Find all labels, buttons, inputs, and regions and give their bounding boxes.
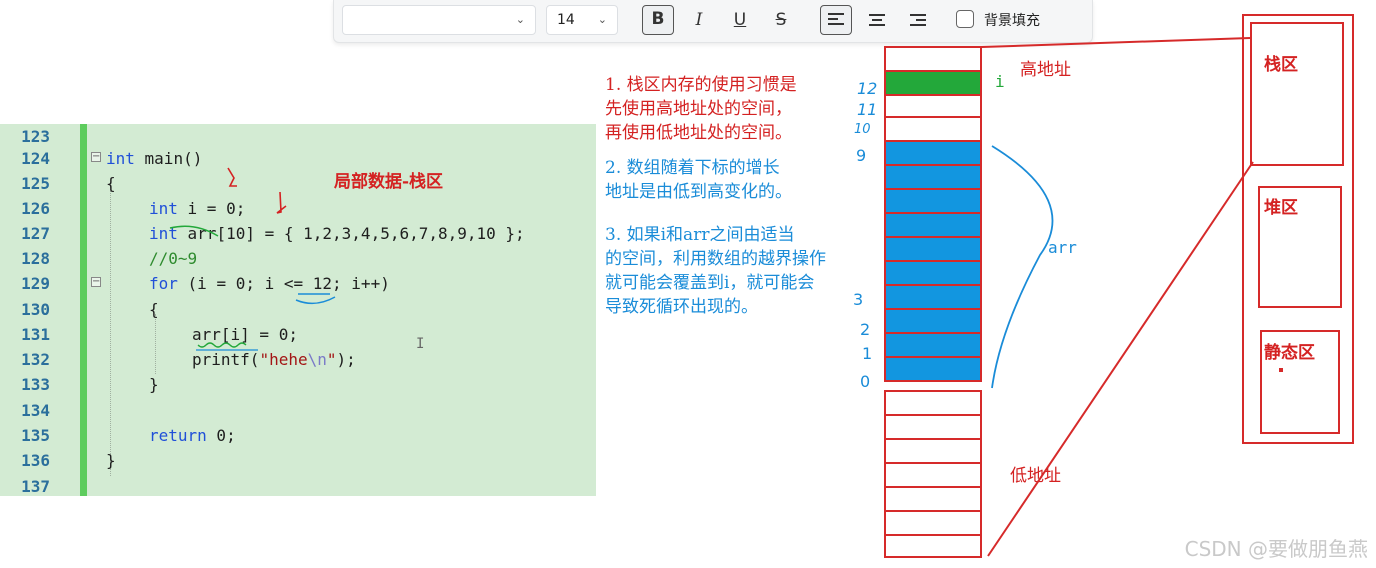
arr-brace [991, 145, 1054, 389]
squiggle-underline [197, 342, 247, 348]
red-mark [276, 191, 287, 214]
annotation-strokes [169, 37, 1254, 557]
connector-line [981, 37, 1251, 48]
connector-line [987, 161, 1254, 557]
blue-arrow [295, 296, 336, 305]
watermark: CSDN @要做朋鱼燕 [1184, 537, 1368, 561]
green-mark [169, 225, 219, 237]
red-mark [227, 167, 237, 187]
